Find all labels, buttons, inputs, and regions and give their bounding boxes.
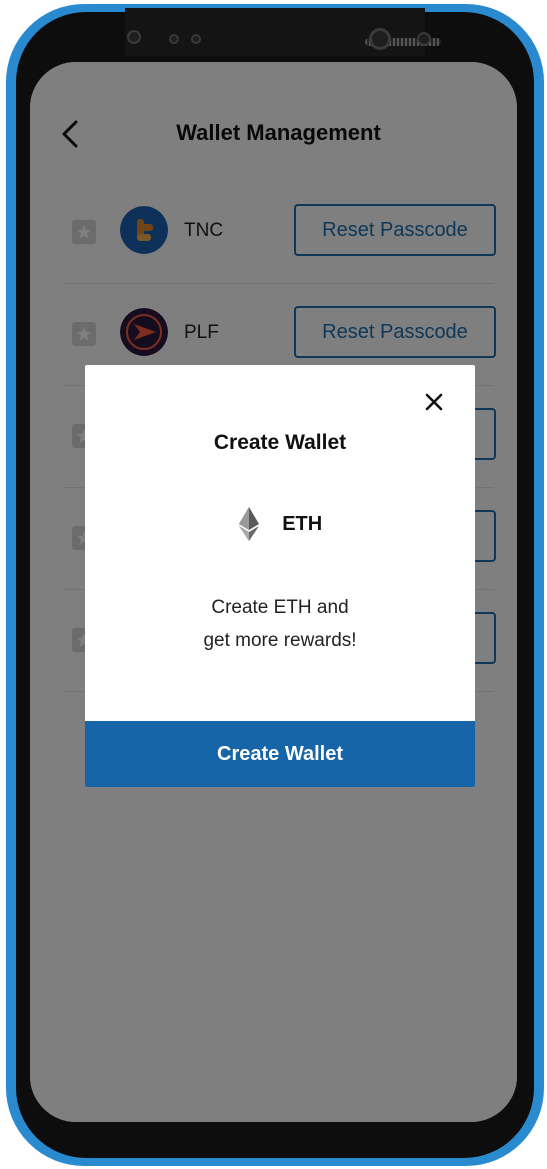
phone-notch: [125, 8, 441, 56]
power-button: [536, 369, 544, 449]
phone-screen: Wallet Management TNC Reset Passcode PLF…: [30, 62, 517, 1122]
sensor-icon: [417, 32, 431, 46]
create-wallet-dialog: Create Wallet ETH Create ETH and get mor…: [85, 365, 475, 787]
description-line: Create ETH and: [211, 597, 349, 618]
coin-symbol: ETH: [282, 512, 323, 535]
volume-down-button: [6, 436, 14, 516]
close-icon[interactable]: [423, 391, 445, 413]
dialog-description: Create ETH and get more rewards!: [85, 591, 475, 657]
coin-selection: ETH: [85, 507, 475, 543]
create-wallet-button[interactable]: Create Wallet: [85, 721, 475, 787]
description-line: get more rewards!: [203, 630, 357, 651]
front-camera-icon: [369, 28, 391, 50]
sensor-icon: [169, 34, 179, 44]
ethereum-icon: [238, 507, 259, 541]
volume-up-button: [6, 209, 14, 369]
sensor-icon: [127, 30, 141, 44]
sensor-icon: [191, 34, 201, 44]
dialog-title: Create Wallet: [213, 431, 347, 454]
